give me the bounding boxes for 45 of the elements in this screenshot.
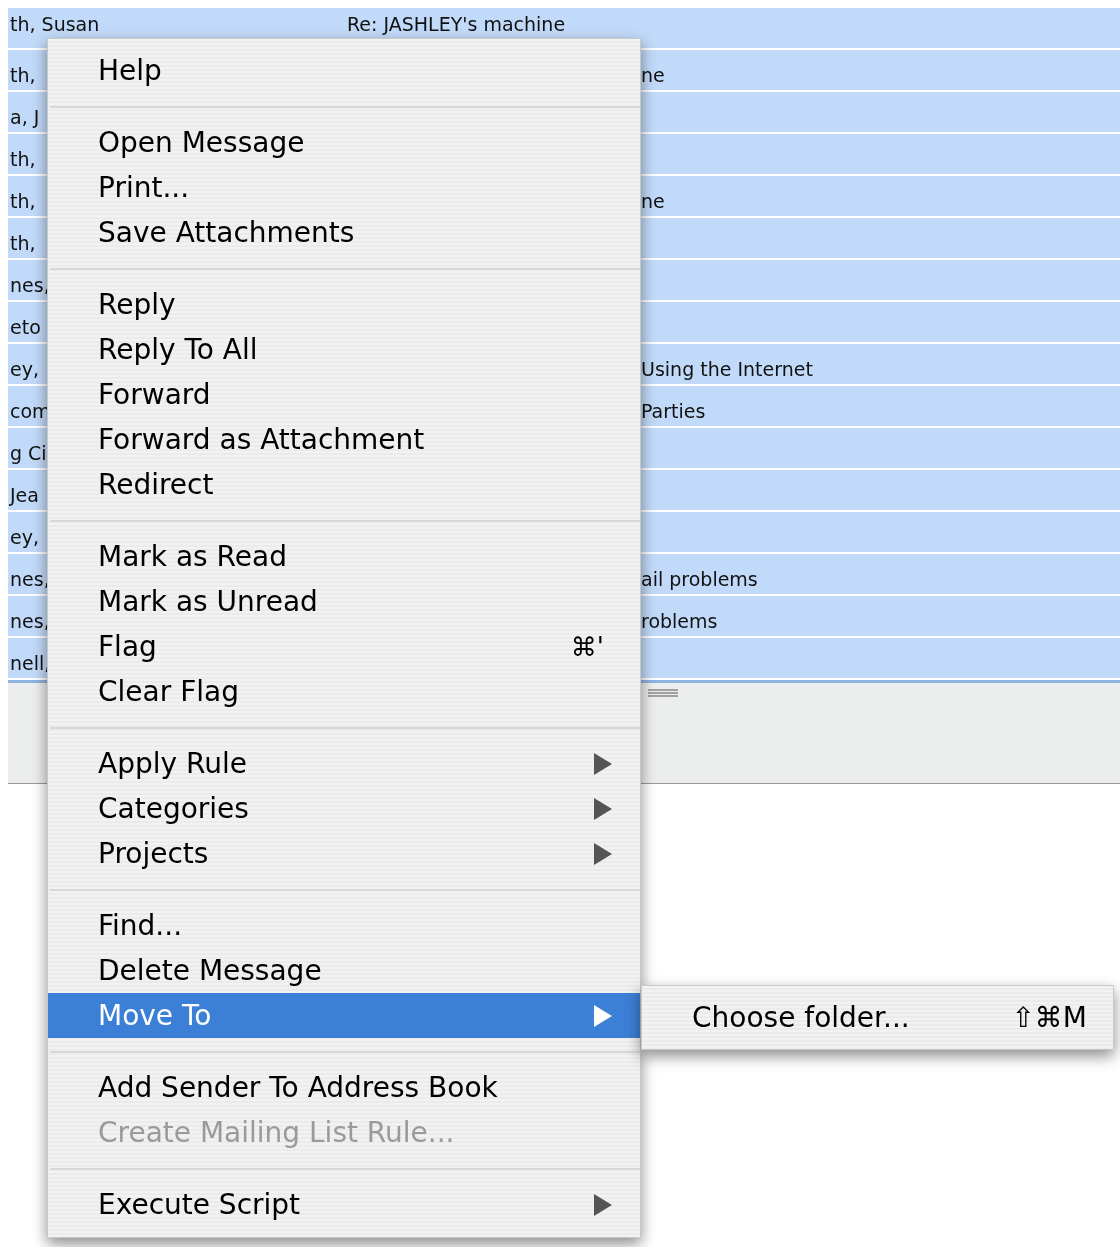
menu-item[interactable]: Redirect (48, 462, 640, 507)
sender-name: nes, (10, 610, 50, 632)
message-subject: Re: JASHLEY's machine (347, 13, 566, 35)
menu-item[interactable]: Print... (48, 165, 640, 210)
menu-item[interactable]: Mark as Unread (48, 579, 640, 624)
menu-item[interactable]: Execute Script (48, 1182, 640, 1227)
menu-item[interactable]: Choose folder... ⇧⌘M (642, 995, 1113, 1040)
sender-name: ey, (10, 526, 39, 548)
sender-name: ey, (10, 358, 39, 380)
menu-item[interactable]: Reply (48, 282, 640, 327)
message-subject: Parties (641, 400, 706, 422)
sender-name: Jea (10, 484, 39, 506)
sender-name: th, (10, 232, 36, 254)
menu-item[interactable]: Help (48, 48, 640, 93)
sender-name: th, (10, 64, 36, 86)
menu-item[interactable]: Mark as Read (48, 534, 640, 579)
menu-item[interactable]: Forward (48, 372, 640, 417)
sender-name: th, Susan (10, 13, 100, 35)
sender-name: nell, (10, 652, 51, 674)
grip-icon[interactable] (648, 689, 678, 697)
menu-item[interactable]: Categories (48, 786, 640, 831)
sender-name: eto (10, 316, 41, 338)
menu-item[interactable]: Forward as Attachment (48, 417, 640, 462)
menu-item[interactable]: Move To (48, 993, 640, 1038)
message-subject: Using the Internet (641, 358, 813, 380)
menu-item[interactable]: Clear Flag (48, 669, 640, 714)
sender-name: g Ci (10, 442, 47, 464)
message-subject: roblems (641, 610, 718, 632)
sender-name: nes, (10, 568, 50, 590)
message-subject: ne (641, 64, 665, 86)
menu-item[interactable]: Find... (48, 903, 640, 948)
message-subject: ail problems (641, 568, 758, 590)
sender-name: th, (10, 190, 36, 212)
menu-item[interactable]: Flag ⌘' (48, 624, 640, 669)
sender-name: nes, (10, 274, 50, 296)
menu-item[interactable]: Save Attachments (48, 210, 640, 255)
sender-name: a, J (10, 106, 40, 128)
menu-item[interactable]: Apply Rule (48, 741, 640, 786)
sender-name: th, (10, 148, 36, 170)
message-subject: ne (641, 190, 665, 212)
menu-item[interactable]: Open Message (48, 120, 640, 165)
menu-item[interactable]: Add Sender To Address Book (48, 1065, 640, 1110)
menu-item[interactable]: Projects (48, 831, 640, 876)
menu-item[interactable]: Reply To All (48, 327, 640, 372)
menu-item[interactable]: Delete Message (48, 948, 640, 993)
